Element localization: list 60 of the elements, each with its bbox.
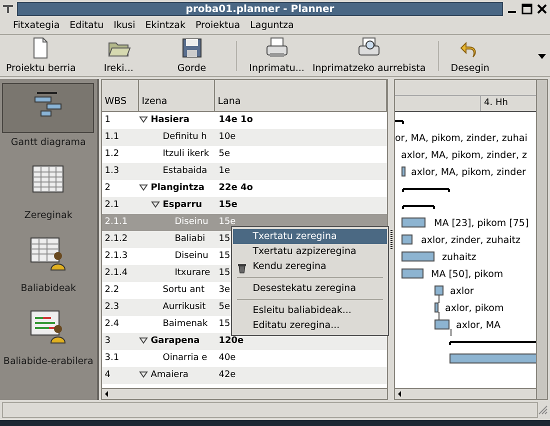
wbs-cell-text: 2.4: [104, 319, 120, 330]
task-name: Esparru: [162, 200, 202, 211]
work-cell-text: 40e: [218, 353, 236, 364]
wbs-cell-text: 3.1: [104, 353, 120, 364]
task-name: Diseinu: [174, 217, 208, 228]
wbs-cell-text: 1.3: [104, 166, 120, 177]
wbs-cell-text: 2.2: [104, 285, 120, 296]
work-cell-text: 5e: [218, 149, 230, 160]
work-cell-text: 14e 1o: [218, 115, 253, 126]
wbs-cell-text: 1.2: [104, 149, 120, 160]
resource-label: or, MA, pikom, zinder, zuhai: [395, 133, 528, 144]
wbs-cell-text: 2.1: [104, 200, 120, 211]
task-name: Diseinu: [174, 251, 208, 262]
date-label: 4. Hh: [483, 97, 509, 110]
window-title: proba01.planner - Planner: [17, 2, 503, 16]
task-name: Itxurare: [174, 268, 210, 279]
work-cell-text: 15e: [218, 200, 238, 211]
task-name: Oinarria e: [162, 353, 208, 364]
resource-label: axlor, zinder, zuhaitz: [421, 235, 521, 246]
task-name: Sortu ant: [162, 285, 204, 296]
work-cell-text: 1e: [218, 166, 230, 177]
task-name: Baimenak: [162, 319, 208, 330]
wbs-cell-text: 2.3: [104, 302, 120, 313]
task-name: Baliabi: [174, 234, 206, 245]
task-name: Aurrikusit: [162, 302, 206, 313]
wbs-cell-text: 1.1: [104, 132, 120, 143]
wbs-cell-text: 2.1.1: [104, 217, 129, 228]
wbs-cell-text: 2.1.4: [104, 268, 129, 279]
resource-label: MA [23], pikom [75]: [434, 218, 529, 229]
resource-label: MA [50], pikom: [431, 269, 504, 280]
work-cell-text: 15: [218, 268, 230, 279]
wbs-cell-text: 1: [104, 115, 112, 126]
work-cell-text: 15: [218, 319, 230, 330]
wbs-cell-text: 2: [104, 183, 112, 194]
work-cell-text: 15: [218, 234, 230, 245]
resource-label: axlor, MA, pikom, zinder: [411, 167, 526, 178]
work-cell-text: 3e: [218, 285, 230, 296]
wbs-cell-text: 2.1.3: [104, 251, 129, 262]
resource-label: axlor, MA, pikom, zinder, z: [401, 150, 527, 161]
wbs-cell-text: 3: [104, 336, 112, 347]
task-name: Itzuli ikerk: [162, 149, 210, 160]
work-cell-text: 10e: [218, 132, 236, 143]
resource-label: zuhaitz: [442, 252, 476, 263]
work-cell-text: 15: [218, 251, 230, 262]
task-name: Plangintza: [150, 183, 204, 194]
task-name: Hasiera: [150, 115, 190, 126]
resource-label: axlor, pikom: [445, 303, 504, 314]
wbs-cell-text: 4: [104, 370, 112, 381]
work-cell-text: 15e: [218, 217, 236, 228]
resource-label: axlor: [450, 286, 474, 297]
task-name: Estabaida: [162, 166, 208, 177]
work-cell-text: 120e: [218, 336, 244, 347]
work-cell-text: 42e: [218, 370, 236, 381]
task-name: Amaiera: [150, 370, 188, 381]
resource-label: axlor, MA: [456, 320, 501, 331]
task-name: Definitu h: [162, 132, 207, 143]
work-cell-text: 22e 4o: [218, 183, 253, 194]
wbs-cell-text: 2.1.2: [104, 234, 129, 245]
work-cell-text: 5e: [218, 302, 230, 313]
task-name: Garapena: [150, 336, 200, 347]
